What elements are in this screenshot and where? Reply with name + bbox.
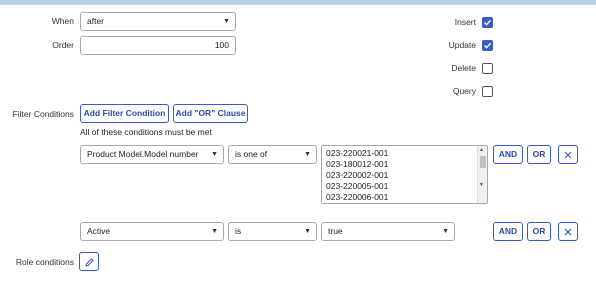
condition-1-and-button[interactable]: AND xyxy=(493,145,523,164)
top-bar xyxy=(0,0,596,5)
condition-1-remove-button[interactable] xyxy=(558,145,578,164)
role-conditions-label: Role conditions xyxy=(15,257,74,267)
chevron-down-icon: ▼ xyxy=(442,228,449,235)
condition-2-remove-button[interactable] xyxy=(558,222,578,241)
scroll-down-icon[interactable]: ▼ xyxy=(479,182,484,188)
edit-role-conditions-button[interactable] xyxy=(79,252,99,271)
condition-1-field-select[interactable]: Product Model.Model number ▼ xyxy=(80,145,224,164)
pencil-icon xyxy=(85,258,94,267)
condition-2-operator-select[interactable]: is ▼ xyxy=(228,222,317,241)
condition-2-value: true xyxy=(328,226,343,236)
condition-2-operator: is xyxy=(235,226,242,236)
add-or-clause-button[interactable]: Add "OR" Clause xyxy=(173,104,248,123)
chevron-down-icon: ▼ xyxy=(304,228,311,235)
condition-1-or-button[interactable]: OR xyxy=(527,145,551,164)
list-item[interactable]: 023-220009-001 xyxy=(322,203,487,204)
list-item[interactable]: 023-220005-001 xyxy=(322,181,487,192)
chevron-down-icon: ▼ xyxy=(211,151,218,158)
checkmark-icon xyxy=(484,42,492,49)
when-select[interactable]: after ▼ xyxy=(80,12,236,31)
when-label: When xyxy=(51,16,74,26)
add-filter-condition-button[interactable]: Add Filter Condition xyxy=(80,104,169,123)
order-label: Order xyxy=(52,40,74,50)
update-label: Update xyxy=(448,40,476,50)
condition-2-or-button[interactable]: OR xyxy=(527,222,551,241)
condition-1-operator-select[interactable]: is one of ▼ xyxy=(228,145,317,164)
delete-label: Delete xyxy=(451,63,476,73)
query-label: Query xyxy=(452,86,476,96)
condition-2-field: Active xyxy=(87,226,111,236)
list-item[interactable]: 023-220002-001 xyxy=(322,170,487,181)
close-icon xyxy=(564,228,572,236)
condition-2-value-select[interactable]: true ▼ xyxy=(321,222,455,241)
checkmark-icon xyxy=(484,19,492,26)
close-icon xyxy=(564,151,572,159)
update-checkbox[interactable] xyxy=(482,40,493,51)
condition-1-values-listbox[interactable]: 023-220021-001 023-180012-001 023-220002… xyxy=(321,145,488,204)
condition-1-operator: is one of xyxy=(235,149,268,159)
chevron-down-icon: ▼ xyxy=(211,228,218,235)
conditions-note: All of these conditions must be met xyxy=(80,127,212,137)
chevron-down-icon: ▼ xyxy=(223,18,230,25)
order-input[interactable]: 100 xyxy=(80,36,236,55)
insert-label: Insert xyxy=(454,17,476,27)
filter-conditions-label: Filter Conditions xyxy=(12,109,74,119)
condition-2-and-button[interactable]: AND xyxy=(493,222,523,241)
when-value: after xyxy=(87,16,105,26)
delete-checkbox[interactable] xyxy=(482,63,493,74)
listbox-scrollbar[interactable]: ▲ ▼ xyxy=(477,146,487,203)
scroll-up-icon[interactable]: ▲ xyxy=(479,147,484,153)
query-checkbox[interactable] xyxy=(482,86,493,97)
condition-1-field: Product Model.Model number xyxy=(87,149,199,159)
condition-2-field-select[interactable]: Active ▼ xyxy=(80,222,224,241)
scrollbar-thumb[interactable] xyxy=(480,156,486,168)
list-item[interactable]: 023-180012-001 xyxy=(322,159,487,170)
list-item[interactable]: 023-220006-001 xyxy=(322,192,487,203)
insert-checkbox[interactable] xyxy=(482,17,493,28)
list-item[interactable]: 023-220021-001 xyxy=(322,148,487,159)
chevron-down-icon: ▼ xyxy=(304,151,311,158)
